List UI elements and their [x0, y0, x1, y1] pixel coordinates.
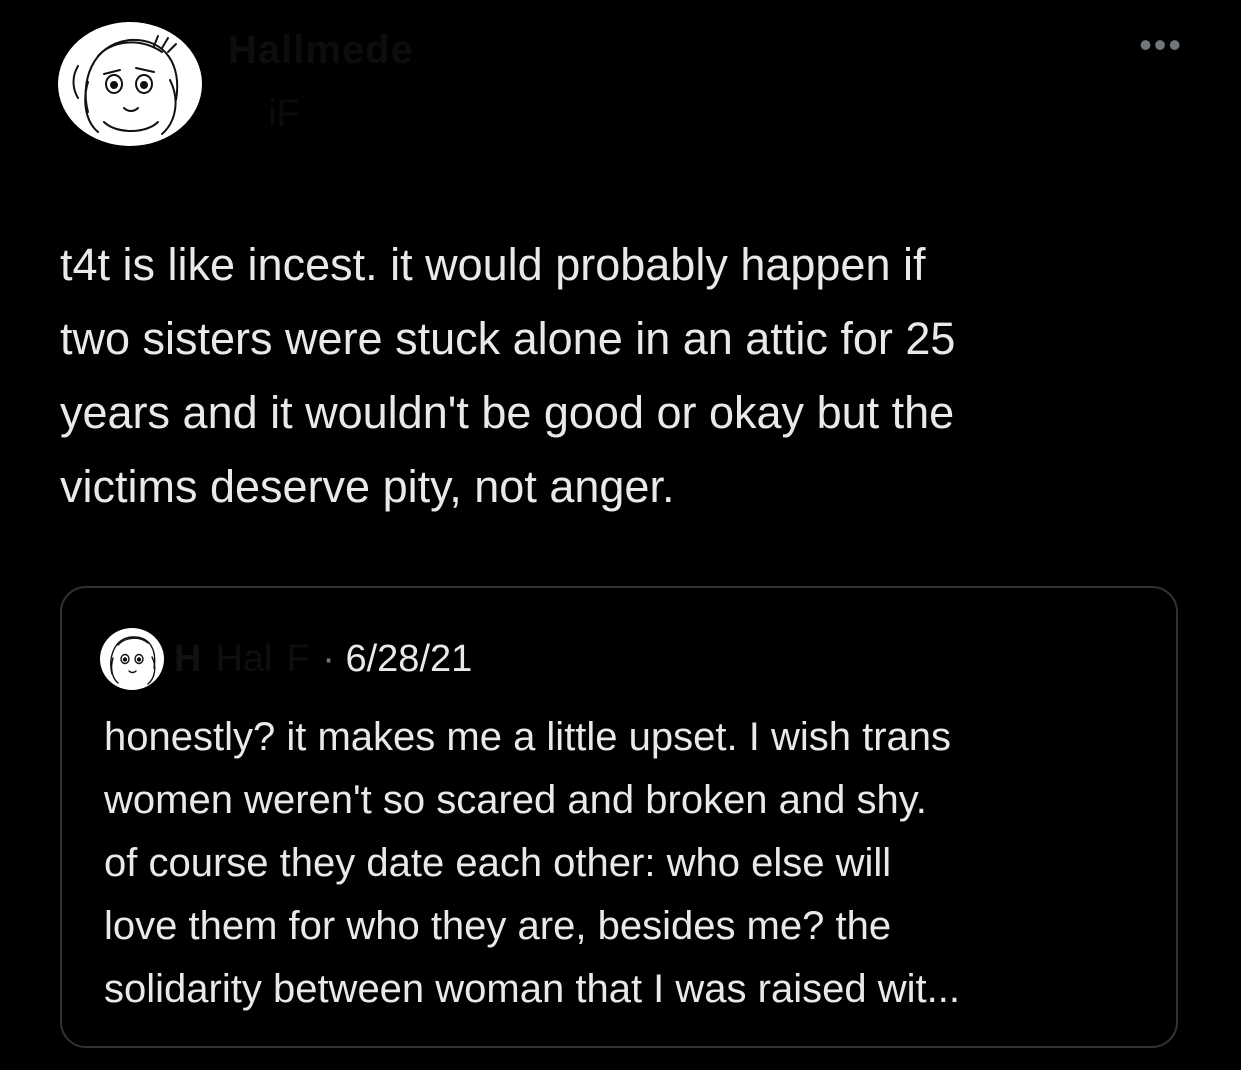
- sketch-portrait-icon: [110, 636, 156, 685]
- author-avatar[interactable]: [58, 22, 202, 146]
- quoted-meta: H Hal F · 6/28/21: [174, 636, 472, 682]
- author-info: Hallmede iF: [228, 28, 414, 136]
- more-options-icon[interactable]: •••: [1139, 27, 1183, 63]
- sketch-portrait-icon: [72, 35, 179, 135]
- tweet: Hallmede iF ••• t4t is like incest. it w…: [0, 0, 1241, 1070]
- quoted-author-avatar: [100, 628, 164, 690]
- quoted-handle-suffix: F: [286, 638, 310, 680]
- quoted-date: 6/28/21: [345, 638, 473, 680]
- quoted-body: honestly? it makes me a little upset. I …: [104, 715, 960, 1011]
- meta-separator: ·: [311, 638, 346, 680]
- quoted-handle: Hal: [215, 638, 273, 680]
- author-display-name[interactable]: Hallmede: [228, 28, 414, 72]
- post-body: t4t is like incest. it would probably ha…: [60, 239, 956, 512]
- quoted-display-name: H: [174, 638, 202, 680]
- quoted-tweet[interactable]: H Hal F · 6/28/21 honestly? it makes me a …: [60, 586, 1178, 1048]
- author-handle[interactable]: iF: [228, 92, 414, 136]
